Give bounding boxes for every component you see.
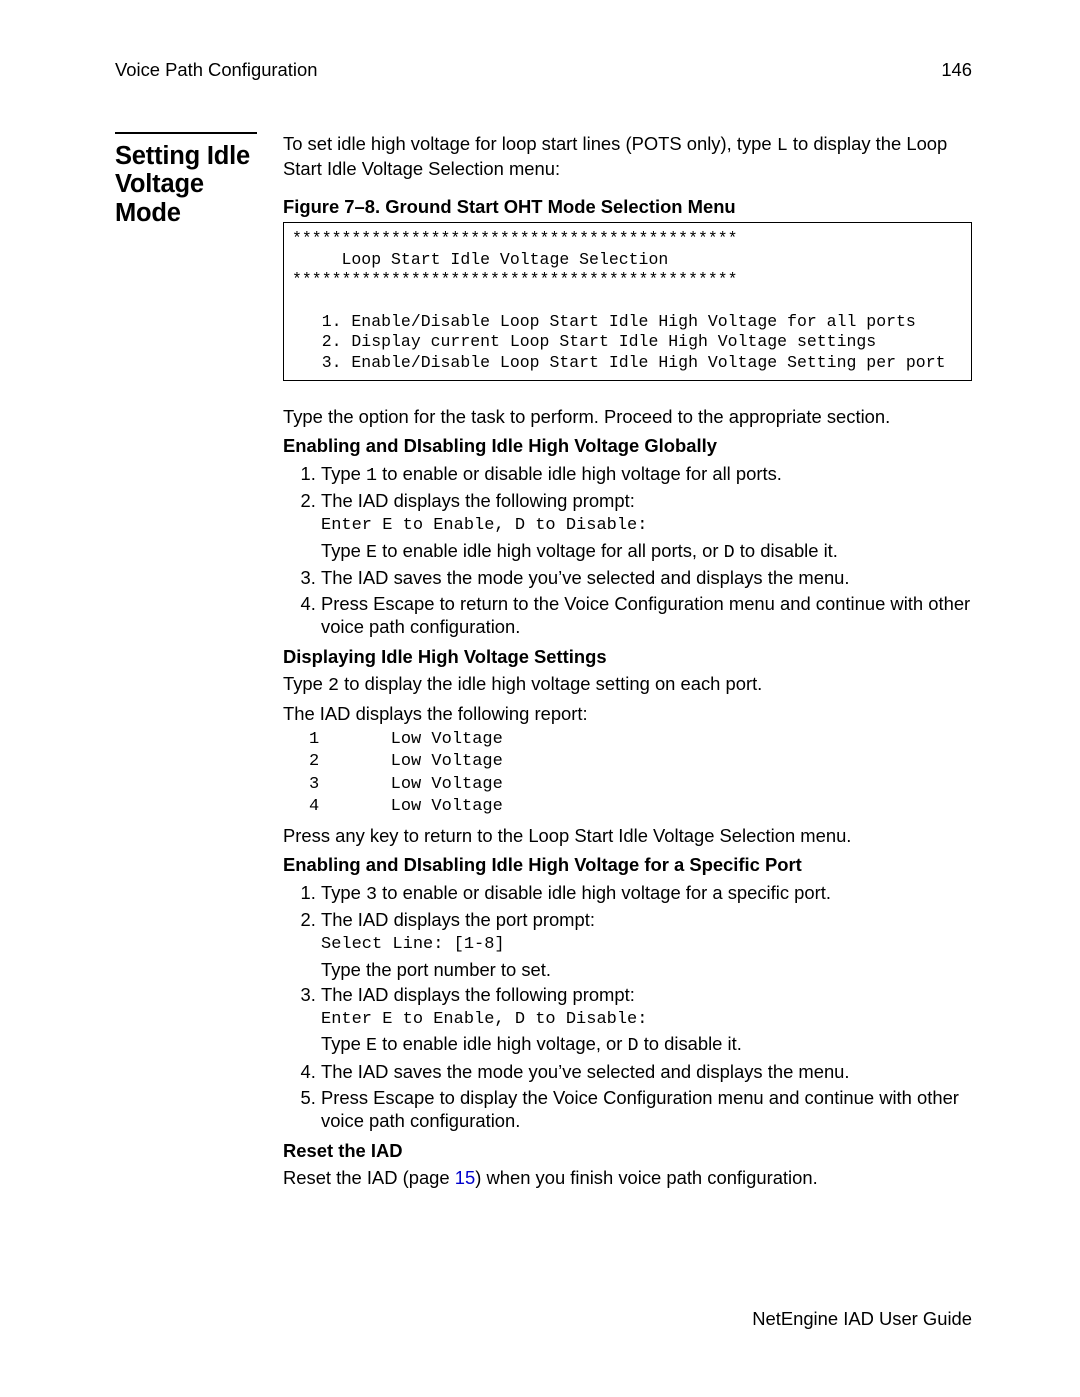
voltage-report: 1 Low Voltage 2 Low Voltage 3 Low Voltag… bbox=[309, 729, 972, 817]
specific-step-5: Press Escape to display the Voice Config… bbox=[321, 1086, 972, 1133]
reset-paragraph: Reset the IAD (page 15) when you finish … bbox=[283, 1166, 972, 1190]
main-column: To set idle high voltage for loop start … bbox=[283, 132, 972, 1194]
global-step-4: Press Escape to return to the Voice Conf… bbox=[321, 592, 972, 639]
keypress-l: L bbox=[777, 135, 788, 156]
sidebar: Setting Idle Voltage Mode bbox=[115, 132, 257, 228]
specific-step-4: The IAD saves the mode you’ve selected a… bbox=[321, 1060, 972, 1084]
specific-step-3: The IAD displays the following prompt: E… bbox=[321, 983, 972, 1058]
after-figure-paragraph: Type the option for the task to perform.… bbox=[283, 405, 972, 429]
intro-paragraph: To set idle high voltage for loop start … bbox=[283, 132, 972, 181]
specific-step3-code: Enter E to Enable, D to Disable: bbox=[321, 1009, 972, 1031]
display-p1: Type 2 to display the idle high voltage … bbox=[283, 672, 972, 698]
specific-steps: Type 3 to enable or disable idle high vo… bbox=[283, 881, 972, 1133]
global-step-2: The IAD displays the following prompt: E… bbox=[321, 489, 972, 564]
figure-codebox: ****************************************… bbox=[283, 222, 972, 380]
subhead-specific: Enabling and DIsabling Idle High Voltage… bbox=[283, 853, 972, 877]
specific-step-2: The IAD displays the port prompt: Select… bbox=[321, 908, 972, 981]
header-left: Voice Path Configuration bbox=[115, 58, 317, 82]
page-header: Voice Path Configuration 146 bbox=[115, 58, 972, 82]
footer-text: NetEngine IAD User Guide bbox=[752, 1307, 972, 1331]
subhead-reset: Reset the IAD bbox=[283, 1139, 972, 1163]
display-p2: The IAD displays the following report: bbox=[283, 702, 972, 726]
subhead-display: Displaying Idle High Voltage Settings bbox=[283, 645, 972, 669]
figure-caption: Figure 7–8. Ground Start OHT Mode Select… bbox=[283, 195, 972, 219]
global-step2-code: Enter E to Enable, D to Disable: bbox=[321, 515, 972, 537]
global-step-1: Type 1 to enable or disable idle high vo… bbox=[321, 462, 972, 488]
header-page-number: 146 bbox=[941, 58, 972, 82]
specific-step-1: Type 3 to enable or disable idle high vo… bbox=[321, 881, 972, 907]
global-steps: Type 1 to enable or disable idle high vo… bbox=[283, 462, 972, 639]
subhead-global: Enabling and DIsabling Idle High Voltage… bbox=[283, 434, 972, 458]
display-p3: Press any key to return to the Loop Star… bbox=[283, 824, 972, 848]
global-step-3: The IAD saves the mode you’ve selected a… bbox=[321, 566, 972, 590]
section-heading: Setting Idle Voltage Mode bbox=[115, 142, 257, 228]
page-link-15[interactable]: 15 bbox=[455, 1167, 475, 1188]
sidebar-rule bbox=[115, 132, 257, 134]
specific-step2-code: Select Line: [1-8] bbox=[321, 934, 972, 956]
